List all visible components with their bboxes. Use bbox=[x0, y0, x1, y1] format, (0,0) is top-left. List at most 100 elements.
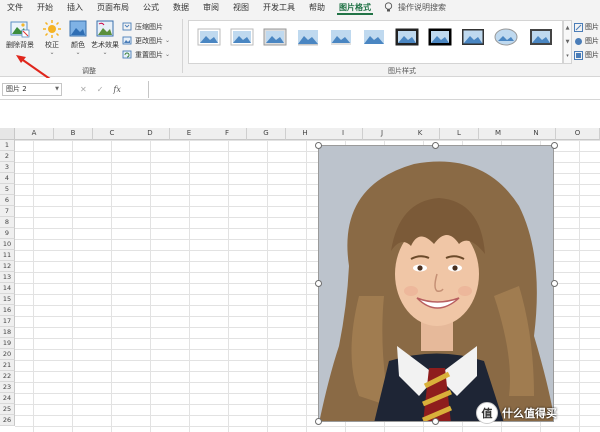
artistic-effects-button[interactable]: 艺术效果 ⌄ bbox=[87, 19, 123, 56]
column-header[interactable]: D bbox=[131, 128, 170, 140]
tell-me-search[interactable]: 操作说明搜索 bbox=[396, 0, 453, 15]
name-box[interactable]: 图片 2 ▼ bbox=[2, 83, 62, 96]
chevron-down-icon[interactable]: ▼ bbox=[566, 39, 570, 45]
row-header[interactable]: 16 bbox=[0, 305, 15, 316]
row-header[interactable]: 6 bbox=[0, 195, 15, 206]
menu-home[interactable]: 开始 bbox=[30, 0, 60, 15]
row-header[interactable]: 4 bbox=[0, 173, 15, 184]
row-header[interactable]: 5 bbox=[0, 184, 15, 195]
menu-help[interactable]: 帮助 bbox=[302, 0, 332, 15]
row-header[interactable]: 22 bbox=[0, 371, 15, 382]
resize-handle[interactable] bbox=[315, 280, 322, 287]
formula-bar: 图片 2 ▼ ✕ ✓ fx bbox=[0, 78, 600, 100]
column-header[interactable]: B bbox=[54, 128, 93, 140]
row-header[interactable]: 13 bbox=[0, 272, 15, 283]
resize-handle[interactable] bbox=[315, 142, 322, 149]
menu-view[interactable]: 视图 bbox=[226, 0, 256, 15]
row-header[interactable]: 12 bbox=[0, 261, 15, 272]
remove-background-button[interactable]: 删除背景 bbox=[2, 19, 38, 50]
style-thumbnail[interactable] bbox=[263, 28, 287, 46]
picture-layout-button[interactable]: 图片 bbox=[574, 48, 599, 62]
style-thumbnail[interactable] bbox=[197, 28, 221, 46]
menu-data[interactable]: 数据 bbox=[166, 0, 196, 15]
menu-developer[interactable]: 开发工具 bbox=[256, 0, 302, 15]
menu-picture-format[interactable]: 图片格式 bbox=[332, 0, 378, 15]
reset-picture-button[interactable]: 重置图片 ⌄ bbox=[122, 49, 170, 60]
formula-buttons: ✕ ✓ fx bbox=[80, 83, 121, 96]
menu-file[interactable]: 文件 bbox=[0, 0, 30, 15]
sun-icon bbox=[43, 20, 61, 38]
row-header[interactable]: 2 bbox=[0, 151, 15, 162]
menu-review[interactable]: 审阅 bbox=[196, 0, 226, 15]
column-header[interactable]: C bbox=[93, 128, 132, 140]
menu-formulas[interactable]: 公式 bbox=[136, 0, 166, 15]
formula-input[interactable] bbox=[148, 81, 600, 98]
more-icon[interactable]: ▾ bbox=[566, 53, 569, 59]
menu-insert[interactable]: 插入 bbox=[60, 0, 90, 15]
row-header[interactable]: 21 bbox=[0, 360, 15, 371]
row-header[interactable]: 7 bbox=[0, 206, 15, 217]
change-picture-button[interactable]: 更改图片 ⌄ bbox=[122, 35, 170, 46]
row-header[interactable]: 24 bbox=[0, 393, 15, 404]
column-header[interactable]: H bbox=[286, 128, 325, 140]
lightbulb-icon bbox=[384, 2, 393, 12]
compress-pictures-label: 压缩图片 bbox=[135, 22, 163, 31]
chevron-up-icon[interactable]: ▲ bbox=[566, 25, 570, 31]
column-header[interactable]: A bbox=[15, 128, 54, 140]
row-header[interactable]: 19 bbox=[0, 338, 15, 349]
row-header[interactable]: 17 bbox=[0, 316, 15, 327]
style-thumbnail[interactable] bbox=[461, 28, 485, 46]
column-header[interactable]: N bbox=[517, 128, 556, 140]
column-header[interactable]: J bbox=[363, 128, 402, 140]
column-header[interactable]: F bbox=[208, 128, 247, 140]
chevron-down-icon: ⌄ bbox=[75, 49, 81, 56]
style-thumbnail[interactable] bbox=[362, 28, 386, 46]
row-header[interactable]: 8 bbox=[0, 217, 15, 228]
style-thumbnail[interactable] bbox=[494, 28, 518, 46]
resize-handle[interactable] bbox=[432, 142, 439, 149]
row-header[interactable]: 15 bbox=[0, 294, 15, 305]
row-header[interactable]: 25 bbox=[0, 404, 15, 415]
insert-function-button[interactable]: fx bbox=[113, 85, 120, 94]
column-header[interactable]: O bbox=[556, 128, 600, 140]
resize-handle[interactable] bbox=[551, 142, 558, 149]
resize-handle[interactable] bbox=[432, 418, 439, 425]
style-thumbnail[interactable] bbox=[329, 28, 353, 46]
picture-layout-label: 图片 bbox=[585, 51, 599, 59]
style-thumbnail[interactable] bbox=[529, 28, 553, 46]
row-header[interactable]: 3 bbox=[0, 162, 15, 173]
resize-handle[interactable] bbox=[551, 280, 558, 287]
row-header[interactable]: 9 bbox=[0, 228, 15, 239]
resize-handle[interactable] bbox=[315, 418, 322, 425]
row-header[interactable]: 23 bbox=[0, 382, 15, 393]
select-all-corner[interactable] bbox=[0, 128, 15, 140]
menu-page-layout[interactable]: 页面布局 bbox=[90, 0, 136, 15]
gallery-scroll[interactable]: ▲ ▼ ▾ bbox=[563, 20, 572, 64]
ribbon: 删除背景 校正 ⌄ 颜色 ⌄ 艺术效果 ⌄ 压缩图片 更改图片 ⌄ 重置图片 ⌄… bbox=[0, 15, 600, 77]
picture-effects-button[interactable]: 图片 bbox=[574, 34, 599, 48]
row-header[interactable]: 14 bbox=[0, 283, 15, 294]
column-header[interactable]: G bbox=[247, 128, 286, 140]
reset-picture-icon bbox=[122, 50, 132, 59]
cancel-button[interactable]: ✕ bbox=[80, 85, 87, 94]
selected-picture[interactable] bbox=[318, 145, 554, 422]
row-header[interactable]: 20 bbox=[0, 349, 15, 360]
enter-button[interactable]: ✓ bbox=[97, 85, 104, 94]
column-header[interactable]: E bbox=[170, 128, 209, 140]
compress-pictures-button[interactable]: 压缩图片 bbox=[122, 21, 163, 32]
row-header[interactable]: 1 bbox=[0, 140, 15, 151]
row-header[interactable]: 11 bbox=[0, 250, 15, 261]
column-header[interactable]: K bbox=[401, 128, 440, 140]
row-header[interactable]: 26 bbox=[0, 415, 15, 426]
style-thumbnail[interactable] bbox=[296, 28, 320, 46]
style-thumbnail[interactable] bbox=[428, 28, 452, 46]
picture-border-button[interactable]: 图片 bbox=[574, 20, 599, 34]
column-header[interactable]: L bbox=[440, 128, 479, 140]
row-header[interactable]: 10 bbox=[0, 239, 15, 250]
column-header[interactable]: I bbox=[324, 128, 363, 140]
column-header[interactable]: M bbox=[479, 128, 518, 140]
style-thumbnail[interactable] bbox=[230, 28, 254, 46]
chevron-down-icon[interactable]: ▼ bbox=[55, 84, 59, 95]
style-thumbnail[interactable] bbox=[395, 28, 419, 46]
row-header[interactable]: 18 bbox=[0, 327, 15, 338]
